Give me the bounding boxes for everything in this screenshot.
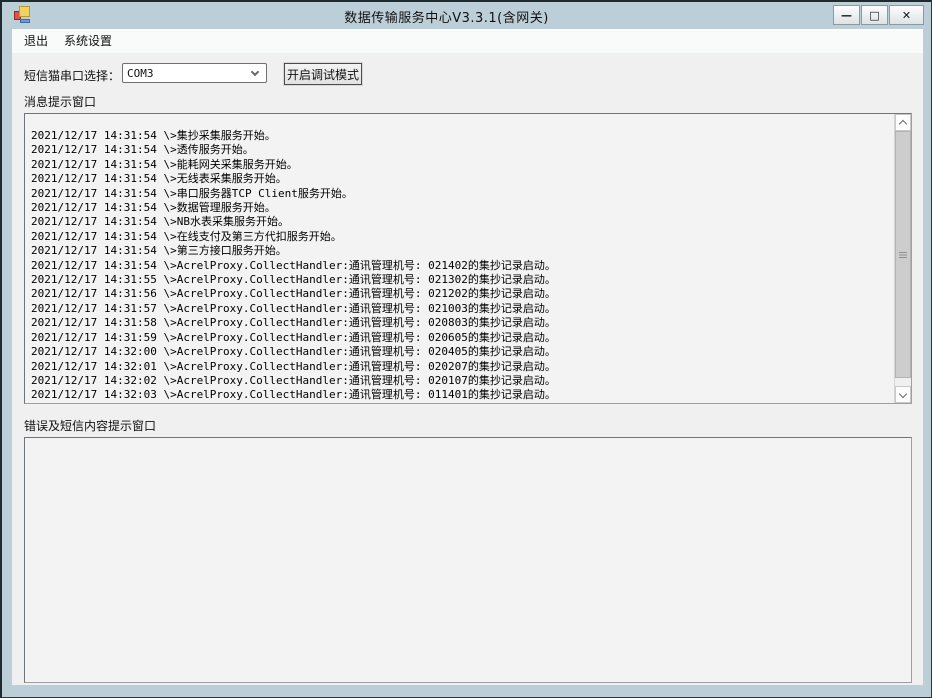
enable-debug-mode-button[interactable]: 开启调试模式 <box>284 63 362 85</box>
app-window: 数据传输服务中心V3.3.1(含网关) — □ ✕ 退出 系统设置 短信猫串口选… <box>0 0 932 698</box>
message-log-text: 2021/12/17 14:31:54 \>集抄采集服务开始。 2021/12/… <box>25 114 893 403</box>
scrollbar-track[interactable] <box>895 131 911 386</box>
maximize-icon: □ <box>869 9 879 22</box>
error-window-label: 错误及短信内容提示窗口 <box>24 417 156 434</box>
vertical-scrollbar[interactable] <box>894 114 911 403</box>
chevron-down-icon <box>899 389 907 397</box>
scrollbar-grip-icon <box>899 252 907 258</box>
com-port-value: COM3 <box>123 67 252 80</box>
error-sms-textbox[interactable] <box>24 437 912 683</box>
window-title: 数据传输服务中心V3.3.1(含网关) <box>82 7 811 26</box>
menubar: 退出 系统设置 <box>12 30 923 53</box>
minimize-button[interactable]: — <box>833 5 860 25</box>
message-window-label: 消息提示窗口 <box>24 93 96 110</box>
caption-buttons: — □ ✕ <box>832 5 924 25</box>
com-port-combobox[interactable]: COM3 <box>122 63 267 83</box>
scroll-down-button[interactable] <box>895 386 911 403</box>
close-icon: ✕ <box>902 9 911 22</box>
menu-item-system-settings[interactable]: 系统设置 <box>56 30 120 53</box>
chevron-down-icon <box>251 67 259 75</box>
sms-modem-port-label: 短信猫串口选择： <box>24 67 120 84</box>
chevron-up-icon <box>899 120 907 128</box>
scroll-up-button[interactable] <box>895 114 911 131</box>
menu-item-exit[interactable]: 退出 <box>16 30 56 53</box>
minimize-icon: — <box>841 9 852 22</box>
app-icon-yellow-square <box>19 6 30 17</box>
error-sms-text <box>25 438 893 682</box>
maximize-button[interactable]: □ <box>861 5 888 25</box>
client-area: 退出 系统设置 短信猫串口选择： COM3 开启调试模式 消息提示窗口 2021… <box>12 29 923 685</box>
titlebar: 数据传输服务中心V3.3.1(含网关) — □ ✕ <box>2 2 931 29</box>
scrollbar-thumb[interactable] <box>895 131 911 378</box>
app-icon-blue-bar <box>20 19 30 23</box>
winforms-app-icon <box>14 6 32 24</box>
message-log-textbox[interactable]: 2021/12/17 14:31:54 \>集抄采集服务开始。 2021/12/… <box>24 113 912 404</box>
close-button[interactable]: ✕ <box>889 5 924 25</box>
